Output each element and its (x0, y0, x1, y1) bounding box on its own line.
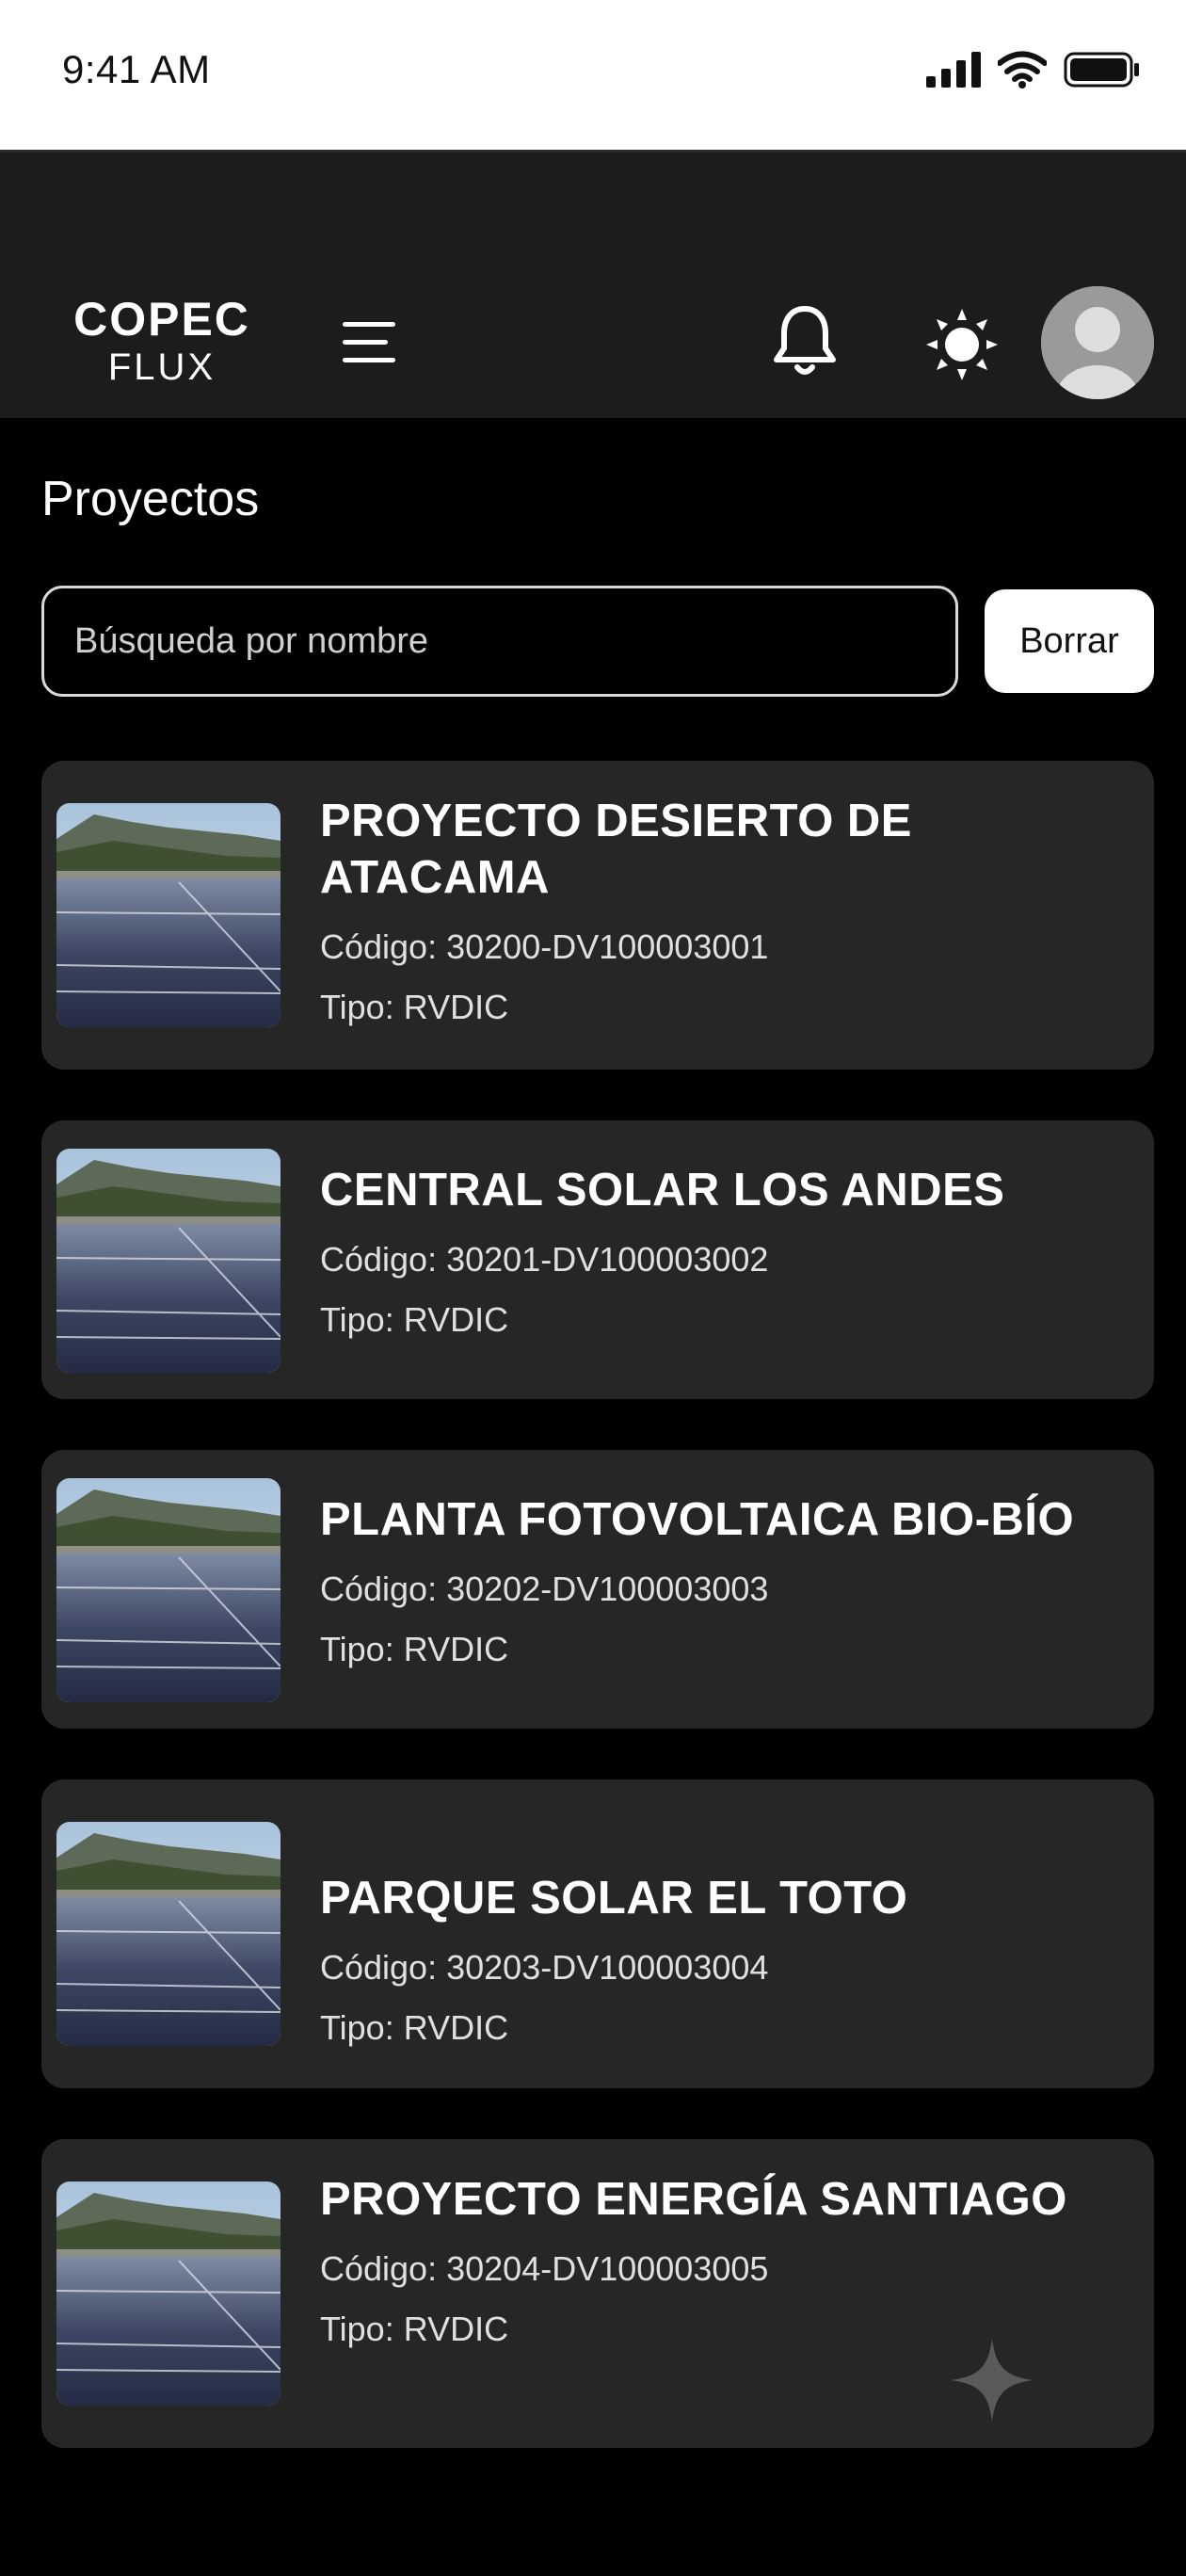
project-thumbnail (56, 803, 280, 1027)
avatar[interactable] (1041, 286, 1154, 399)
project-name: PROYECTO DESIERTO DE ATACAMA (320, 796, 912, 903)
status-bar: 9:41 AM (0, 0, 1186, 153)
type-label: Tipo: (320, 1300, 394, 1339)
project-thumbnail (56, 2182, 280, 2406)
code-label: Código: (320, 927, 438, 966)
project-code: Código: 30200-DV100003001 (320, 917, 1116, 977)
code-label: Código: (320, 1948, 438, 1987)
solar-panel-image (56, 803, 280, 1027)
thumbnail-shape (56, 1554, 280, 1702)
project-name: PARQUE SOLAR EL TOTO (320, 1873, 908, 1924)
project-name: PROYECTO ENERGÍA SANTIAGO (320, 2174, 1067, 2225)
clear-button[interactable]: Borrar (985, 589, 1154, 693)
project-type: Tipo: RVDIC (320, 977, 1116, 1038)
solar-panel-image (56, 1478, 280, 1702)
bell-icon[interactable] (772, 303, 838, 378)
type-value: RVDIC (403, 1300, 509, 1339)
project-code: Código: 30203-DV100003004 (320, 1938, 1116, 1998)
project-info: PROYECTO DESIERTO DE ATACAMA Código: 302… (320, 793, 1116, 1038)
solar-panel-image (56, 1822, 280, 2046)
project-type: Tipo: RVDIC (320, 1290, 1116, 1350)
project-code: Código: 30202-DV100003003 (320, 1559, 1116, 1619)
code-value: 30202-DV100003003 (446, 1570, 769, 1608)
copec-flux-logo: COPEC FLUX (72, 296, 252, 386)
project-thumbnail (56, 1478, 280, 1702)
type-value: RVDIC (403, 988, 509, 1026)
project-type: Tipo: RVDIC (320, 1998, 1116, 2058)
battery-icon (1064, 52, 1139, 88)
thumbnail-shape (56, 2257, 280, 2406)
project-card[interactable]: CENTRAL SOLAR LOS ANDES Código: 30201-DV… (41, 1120, 1154, 1399)
logo-top-text: COPEC (73, 293, 250, 346)
project-card[interactable]: PARQUE SOLAR EL TOTO Código: 30203-DV100… (41, 1779, 1154, 2088)
project-card[interactable]: PROYECTO DESIERTO DE ATACAMA Código: 302… (41, 761, 1154, 1070)
project-card[interactable]: PLANTA FOTOVOLTAICA BIO-BÍO Código: 3020… (41, 1450, 1154, 1729)
code-label: Código: (320, 1240, 438, 1279)
thumbnail-shape (56, 878, 280, 1027)
menu-icon[interactable] (343, 322, 395, 363)
project-type: Tipo: RVDIC (320, 1619, 1116, 1680)
thumbnail-shape (56, 1897, 280, 2046)
type-value: RVDIC (403, 1630, 509, 1668)
wifi-icon (998, 51, 1047, 89)
type-value: RVDIC (403, 2310, 509, 2348)
project-name: PLANTA FOTOVOLTAICA BIO-BÍO (320, 1494, 1075, 1545)
sun-icon[interactable] (924, 307, 1000, 382)
status-icons (926, 51, 1141, 89)
project-info: PLANTA FOTOVOLTAICA BIO-BÍO Código: 3020… (320, 1491, 1116, 1680)
cellular-signal-icon (926, 52, 981, 88)
code-value: 30204-DV100003005 (446, 2249, 769, 2288)
logo-bottom-text: FLUX (107, 346, 216, 388)
project-thumbnail (56, 1822, 280, 2046)
code-label: Código: (320, 1570, 438, 1608)
project-info: CENTRAL SOLAR LOS ANDES Código: 30201-DV… (320, 1162, 1116, 1350)
code-value: 30201-DV100003002 (446, 1240, 769, 1279)
type-label: Tipo: (320, 1630, 394, 1668)
project-info: PARQUE SOLAR EL TOTO Código: 30203-DV100… (320, 1870, 1116, 2058)
project-info: PROYECTO ENERGÍA SANTIAGO Código: 30204-… (320, 2171, 1116, 2359)
project-code: Código: 30201-DV100003002 (320, 1230, 1116, 1290)
page-title: Proyectos (41, 472, 260, 526)
code-label: Código: (320, 2249, 438, 2288)
project-name: CENTRAL SOLAR LOS ANDES (320, 1165, 1005, 1216)
type-label: Tipo: (320, 2310, 394, 2348)
code-value: 30200-DV100003001 (446, 927, 769, 966)
code-value: 30203-DV100003004 (446, 1948, 769, 1987)
thumbnail-shape (56, 1224, 280, 1373)
solar-panel-image (56, 2182, 280, 2406)
project-thumbnail (56, 1149, 280, 1373)
type-label: Tipo: (320, 988, 394, 1026)
type-value: RVDIC (403, 2008, 509, 2047)
type-label: Tipo: (320, 2008, 394, 2047)
sparkle-icon[interactable] (947, 2335, 1037, 2425)
solar-panel-image (56, 1149, 280, 1373)
status-time: 9:41 AM (62, 47, 211, 91)
user-silhouette-icon (1041, 286, 1154, 399)
project-code: Código: 30204-DV100003005 (320, 2239, 1116, 2299)
search-input[interactable] (41, 586, 958, 697)
